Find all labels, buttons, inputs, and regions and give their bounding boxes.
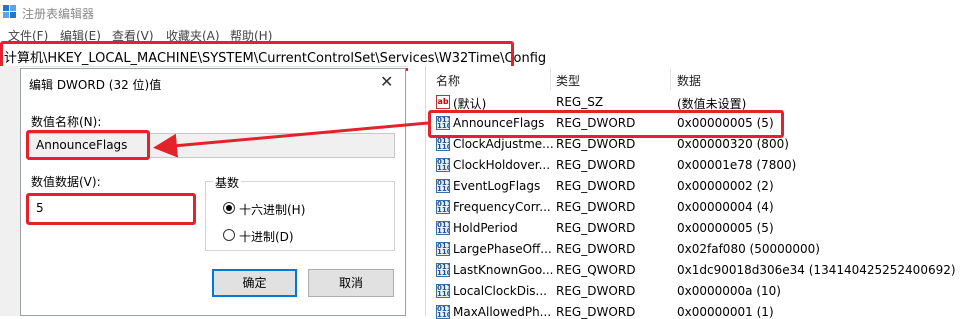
row-data: 0x02faf080 (50000000) bbox=[677, 242, 820, 256]
radio-dec-label[interactable]: 十进制(D) bbox=[239, 228, 294, 245]
value-name-highlight bbox=[26, 130, 150, 160]
radio-hex-label[interactable]: 十六进制(H) bbox=[239, 201, 305, 218]
row-name[interactable]: LargePhaseOff... bbox=[453, 242, 552, 256]
row-name[interactable]: ClockAdjustme... bbox=[453, 137, 554, 151]
row-type: REG_DWORD bbox=[556, 305, 636, 319]
column-header-name[interactable]: 名称 bbox=[436, 72, 460, 89]
row-name[interactable]: FrequencyCorr... bbox=[453, 200, 551, 214]
row-data: 0x00000320 (800) bbox=[677, 137, 789, 151]
window-title: 注册表编辑器 bbox=[22, 7, 95, 21]
radio-hex[interactable] bbox=[223, 202, 235, 214]
value-name-label: 数值名称(N): bbox=[31, 115, 102, 129]
row-data: 0x00000004 (4) bbox=[677, 200, 774, 214]
tree-pane bbox=[0, 66, 20, 316]
cancel-button[interactable]: 取消 bbox=[308, 269, 394, 297]
row-data: 0x00000002 (2) bbox=[677, 179, 774, 193]
column-header-data[interactable]: 数据 bbox=[677, 72, 701, 89]
announceflags-row-highlight bbox=[428, 110, 784, 138]
row-name[interactable]: HoldPeriod bbox=[453, 221, 518, 235]
binary-value-icon: 011 110 bbox=[436, 221, 450, 235]
row-name[interactable]: LocalClockDis... bbox=[453, 284, 547, 298]
dialog-title: 编辑 DWORD (32 位)值 bbox=[29, 78, 162, 92]
title-bar bbox=[0, 0, 965, 24]
ok-button[interactable]: 确定 bbox=[212, 269, 297, 297]
pane-divider[interactable] bbox=[425, 66, 426, 316]
row-name[interactable]: ClockHoldover... bbox=[453, 158, 550, 172]
row-data: 0x00000005 (5) bbox=[677, 221, 774, 235]
row-type: REG_DWORD bbox=[556, 137, 636, 151]
close-icon[interactable]: ✕ bbox=[380, 72, 393, 91]
binary-value-icon: 011 110 bbox=[436, 305, 450, 319]
value-data-label: 数值数据(V): bbox=[31, 175, 101, 189]
radio-selected-dot bbox=[226, 205, 232, 211]
row-type: REG_DWORD bbox=[556, 179, 636, 193]
value-data-highlight bbox=[26, 193, 196, 225]
base-label: 基数 bbox=[213, 174, 242, 191]
row-name[interactable]: EventLogFlags bbox=[453, 179, 540, 193]
row-type: REG_DWORD bbox=[556, 200, 636, 214]
binary-value-icon: 011 110 bbox=[436, 200, 450, 214]
row-data: 0x00001e78 (7800) bbox=[677, 158, 797, 172]
column-separator[interactable] bbox=[670, 68, 671, 90]
column-separator[interactable] bbox=[550, 68, 551, 90]
row-name[interactable]: MaxAllowedPh... bbox=[453, 305, 551, 319]
binary-value-icon: 011 110 bbox=[436, 158, 450, 172]
binary-value-icon: 011 110 bbox=[436, 137, 450, 151]
row-type: REG_DWORD bbox=[556, 284, 636, 298]
row-type: REG_QWORD bbox=[556, 263, 636, 277]
radio-dec[interactable] bbox=[223, 229, 235, 241]
column-header-type[interactable]: 类型 bbox=[556, 72, 580, 89]
row-data: 0x0000000a (10) bbox=[677, 284, 781, 298]
string-value-icon: ab bbox=[436, 95, 450, 109]
row-type: REG_DWORD bbox=[556, 242, 636, 256]
row-name[interactable]: LastKnownGoo... bbox=[453, 263, 553, 277]
binary-value-icon: 011 110 bbox=[436, 284, 450, 298]
binary-value-icon: 011 110 bbox=[436, 242, 450, 256]
row-type: REG_DWORD bbox=[556, 221, 636, 235]
row-type: REG_SZ bbox=[556, 95, 604, 109]
row-data: 0x00000001 (1) bbox=[677, 305, 774, 319]
row-type: REG_DWORD bbox=[556, 158, 636, 172]
binary-value-icon: 011 110 bbox=[436, 179, 450, 193]
row-data: 0x1dc90018d306e34 (134140425252400692) bbox=[677, 263, 956, 277]
regedit-icon bbox=[3, 5, 16, 18]
binary-value-icon: 011 110 bbox=[436, 263, 450, 277]
